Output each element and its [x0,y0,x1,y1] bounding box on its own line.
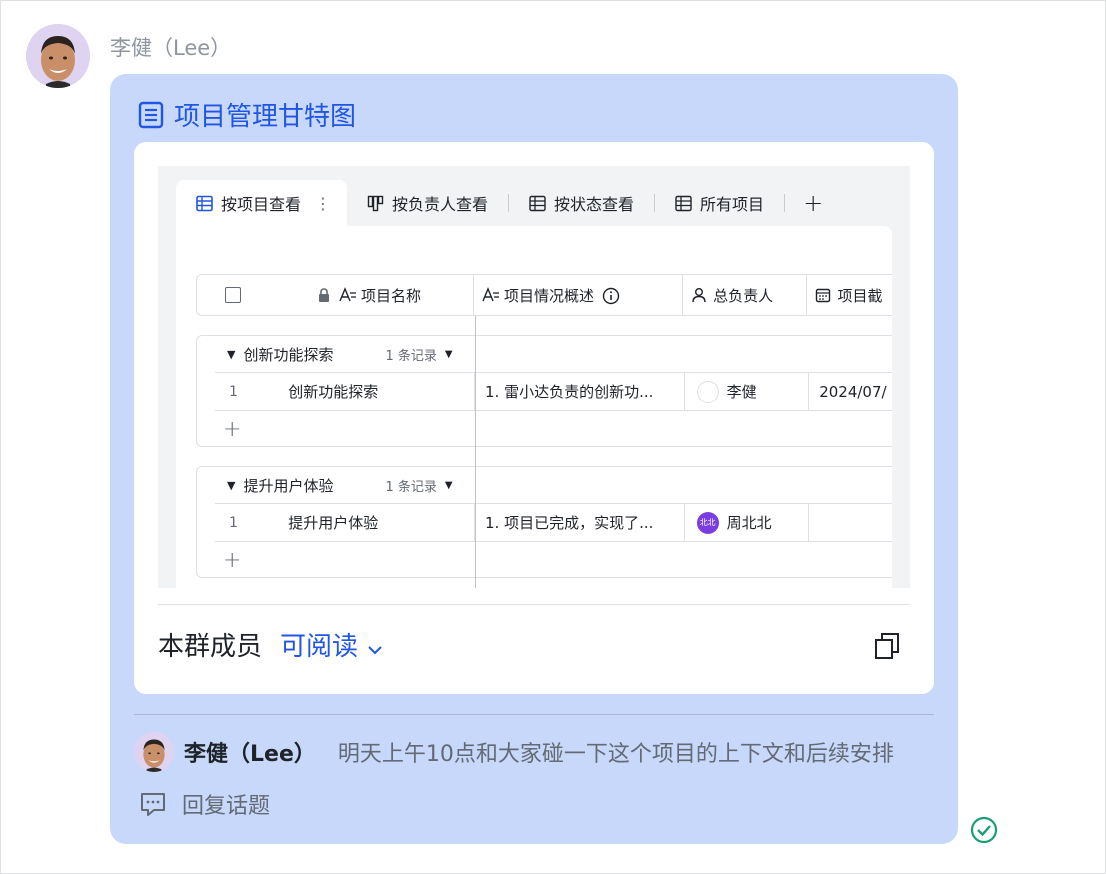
collapse-triangle-icon[interactable]: ▼ [227,348,235,361]
more-vertical-icon[interactable]: ⋮ [315,194,331,213]
comment-icon [140,791,166,817]
chevron-down-icon [366,636,384,654]
sender-name: 李健（Lee） [110,36,232,60]
reply-label: 回复话题 [182,794,271,819]
group-name: 提升用户体验 [243,476,334,495]
column-header-deadline[interactable]: 项目截 [806,275,892,315]
quote-author-name: 李健（Lee） [184,742,316,767]
owner-avatar: 北北 [696,511,719,534]
column-label: 项目名称 [361,286,422,305]
tab-by-owner[interactable]: 按负责人查看 [347,180,508,226]
sheet-area: 项目名称 项目情况概述 总负责人 项目截 ▼ 创新功能探索 1 条记录 ▼ 1 … [176,226,892,588]
cell-summary[interactable]: 1. 雷小达负责的创新功... [474,372,684,411]
group-header[interactable]: ▼ 创新功能探索 1 条记录 ▼ [197,336,477,372]
quoted-message[interactable]: 李健（Lee） 明天上午10点和大家碰一下这个项目的上下文和后续安排 [134,732,894,772]
table-row[interactable]: 1 创新功能探索 1. 雷小达负责的创新功... 李健 2024/07/ [215,372,892,411]
sender-avatar[interactable] [26,24,90,88]
dropdown-triangle-icon[interactable]: ▼ [445,480,453,491]
quote-text: 明天上午10点和大家碰一下这个项目的上下文和后续安排 [337,742,894,767]
add-view-button[interactable]: + [785,189,841,217]
row-index: 1 [229,514,238,531]
record-group: ▼ 提升用户体验 1 条记录 ▼ 1 提升用户体验 1. 项目已完成，实现了..… [196,466,892,578]
grid-view-icon [196,195,213,212]
table-row[interactable]: 1 提升用户体验 1. 项目已完成，实现了... 北北 周北北 [215,503,892,542]
row-index: 1 [229,383,238,400]
doc-preview[interactable]: 按项目查看 ⋮ 按负责人查看 按状态查看 所有项目 + 项目名称 项目情况概述 … [158,166,910,588]
lock-icon [317,287,333,303]
group-count: 1 条记录 [385,348,437,364]
column-label: 总负责人 [713,286,774,305]
column-header-summary[interactable]: 项目情况概述 [473,275,682,315]
cell-deadline[interactable] [808,503,892,542]
message-bubble[interactable]: 项目管理甘特图 按项目查看 ⋮ 按负责人查看 按状态查看 所有项目 + 项目名称… [110,74,958,844]
cell-deadline[interactable]: 2024/07/ [808,372,892,411]
group-name: 创新功能探索 [243,345,334,364]
collapse-triangle-icon[interactable]: ▼ [227,479,235,492]
card-divider [158,604,910,605]
calendar-icon [815,287,831,303]
kanban-icon [367,195,384,212]
tab-label: 按状态查看 [554,195,635,214]
add-record-row[interactable]: + [215,410,892,447]
dropdown-triangle-icon[interactable]: ▼ [445,349,453,360]
frozen-column-divider [475,316,476,588]
view-tabbar: 按项目查看 ⋮ 按负责人查看 按状态查看 所有项目 + [176,180,910,226]
person-icon [691,287,707,303]
permission-scope: 本群成员 [158,632,263,662]
doc-sheet-icon [138,101,164,129]
doc-preview-card[interactable]: 按项目查看 ⋮ 按负责人查看 按状态查看 所有项目 + 项目名称 项目情况概述 … [134,142,934,694]
grid-view-icon [529,195,546,212]
permission-row: 本群成员 可阅读 [158,626,384,663]
permission-dropdown[interactable]: 可阅读 [280,626,384,663]
face-avatar-icon [26,24,90,88]
permission-value: 可阅读 [280,632,359,662]
tab-by-project[interactable]: 按项目查看 ⋮ [176,180,348,226]
owner-name: 周北北 [726,514,772,532]
copy-link-button[interactable] [874,632,900,660]
cell-project-name[interactable]: 创新功能探索 [288,381,474,402]
tab-all-projects[interactable]: 所有项目 [655,180,784,226]
tab-label: 所有项目 [700,195,765,214]
cell-owner[interactable]: 李健 [683,372,809,411]
data-table: 项目名称 项目情况概述 总负责人 项目截 ▼ 创新功能探索 1 条记录 ▼ 1 … [196,274,892,588]
info-icon[interactable] [602,287,620,305]
table-header: 项目名称 项目情况概述 总负责人 项目截 [196,274,892,316]
column-label: 项目截 [837,286,883,305]
column-header-owner[interactable]: 总负责人 [682,275,806,315]
cell-summary[interactable]: 1. 项目已完成，实现了... [474,503,684,542]
quote-author-avatar[interactable] [134,732,174,772]
face-avatar-icon [134,732,174,772]
grid-view-icon [675,195,692,212]
column-label: 项目情况概述 [504,286,595,305]
record-group: ▼ 创新功能探索 1 条记录 ▼ 1 创新功能探索 1. 雷小达负责的创新功..… [196,335,892,447]
tab-label: 按项目查看 [221,195,302,214]
cell-project-name[interactable]: 提升用户体验 [288,512,474,533]
read-status-check-icon [970,816,998,844]
copy-icon [875,633,899,659]
select-all-checkbox[interactable] [225,287,241,303]
text-field-icon [482,287,499,303]
doc-title-text: 项目管理甘特图 [174,102,357,132]
plus-icon[interactable]: + [223,417,241,442]
tab-label: 按负责人查看 [392,195,489,214]
cell-owner[interactable]: 北北 周北北 [683,503,809,542]
reply-thread-button[interactable]: 回复话题 [140,788,270,820]
owner-avatar [696,380,719,403]
owner-name: 李健 [726,383,757,401]
plus-icon[interactable]: + [223,548,241,573]
group-count: 1 条记录 [385,479,437,495]
tab-by-status[interactable]: 按状态查看 [509,180,654,226]
column-header-name[interactable]: 项目名称 [197,275,473,315]
doc-link-title[interactable]: 项目管理甘特图 [138,96,356,133]
add-record-row[interactable]: + [215,541,892,578]
text-field-icon [339,287,356,303]
bubble-divider [134,714,934,715]
group-header[interactable]: ▼ 提升用户体验 1 条记录 ▼ [197,467,477,503]
